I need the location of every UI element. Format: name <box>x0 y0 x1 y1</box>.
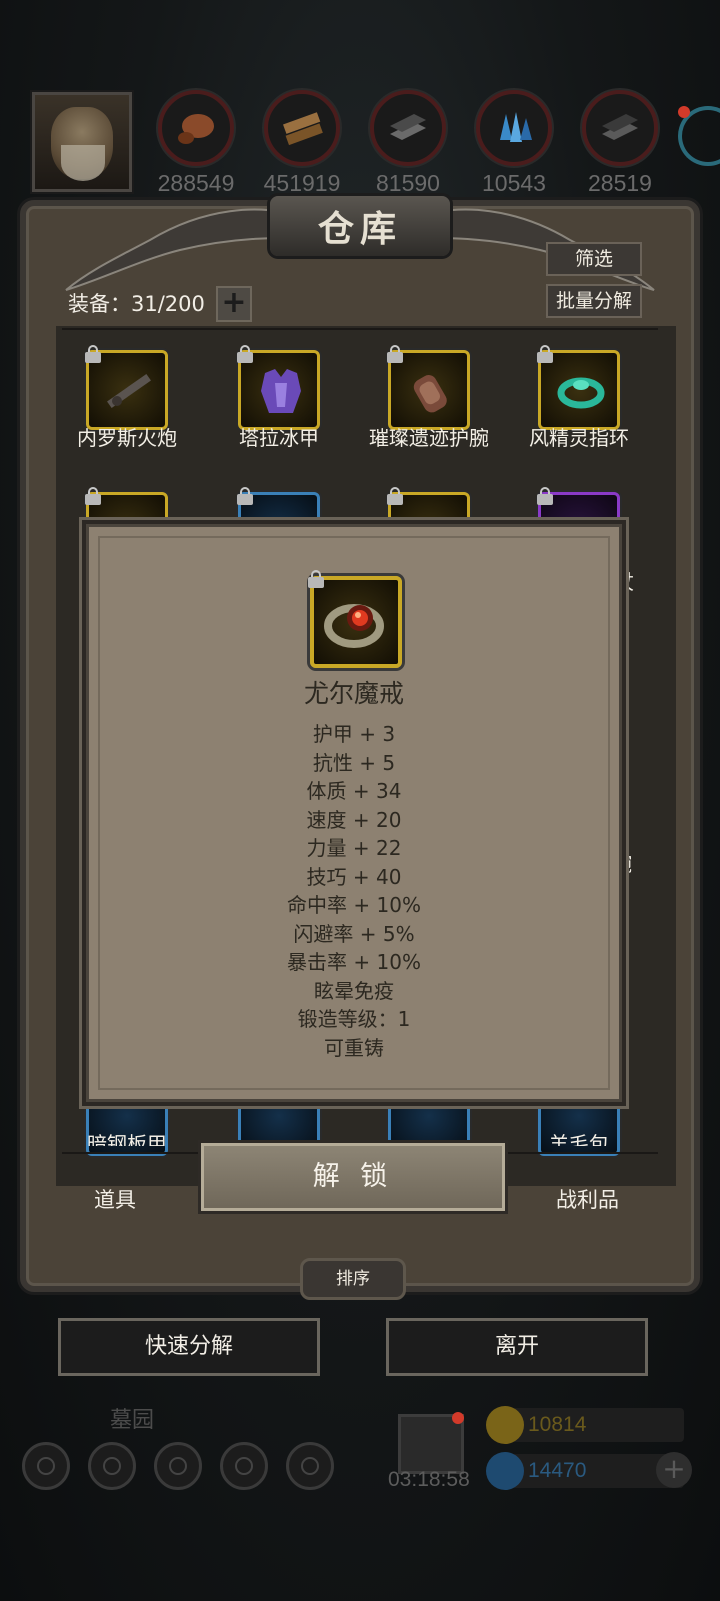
lock-icon <box>537 487 553 505</box>
demon-ring-icon <box>324 604 384 648</box>
lock-icon <box>237 345 253 363</box>
stat-line: 力量 + 22 <box>306 836 402 860</box>
unlock-button[interactable]: 解 锁 <box>198 1140 508 1214</box>
item-name: 暗钢板甲 <box>87 1132 167 1146</box>
notification-dot <box>678 106 690 118</box>
stat-line: 闪避率 + 5% <box>293 921 415 946</box>
shield-icon[interactable] <box>286 1442 334 1490</box>
tab-loot[interactable]: 战利品 <box>556 1184 619 1214</box>
capacity-label: 装备：31/200 <box>68 292 205 316</box>
divider <box>62 328 658 330</box>
detail-item-slot <box>308 570 402 668</box>
settings-icon[interactable] <box>22 1442 70 1490</box>
tab-items[interactable]: 道具 <box>94 1184 136 1214</box>
quick-decompose-button[interactable]: 快速分解 <box>58 1318 320 1376</box>
stat-line: 锻造等级：1 <box>297 1007 411 1031</box>
expand-capacity-button[interactable]: + <box>216 286 252 322</box>
stat-line: 抗性 + 5 <box>312 750 396 775</box>
mail-icon[interactable] <box>220 1442 268 1490</box>
item-slot[interactable] <box>537 345 620 430</box>
cannon-icon <box>107 373 151 409</box>
item-name: 璀璨遗迹护腕 <box>369 426 489 450</box>
gold-amount: 10814 <box>528 1413 587 1436</box>
item-name: 塔拉冰甲 <box>239 426 319 450</box>
gem-icon <box>486 1452 524 1490</box>
wood-icon <box>283 112 323 146</box>
ore-icon <box>602 114 638 140</box>
item-slot[interactable] <box>237 345 320 430</box>
star-icon[interactable] <box>88 1442 136 1490</box>
detail-item-name: 尤尔魔戒 <box>303 679 404 708</box>
lock-icon <box>537 345 553 363</box>
stat-line: 体质 + 34 <box>306 779 402 803</box>
filter-button[interactable]: 筛选 <box>546 242 642 276</box>
resource-meat[interactable]: 288549 <box>156 90 236 196</box>
resource-wood[interactable]: 451919 <box>262 90 342 196</box>
gem-amount: 14470 <box>528 1459 587 1482</box>
item-name: 风精灵指环 <box>529 426 629 450</box>
castle-icon[interactable] <box>154 1442 202 1490</box>
resource-crystal[interactable]: 10543 <box>474 90 554 196</box>
gift-timer: 03:18:58 <box>388 1468 470 1491</box>
stat-line: 暴击率 + 10% <box>287 950 421 974</box>
lock-icon <box>85 345 101 363</box>
stat-list: 护甲 + 3 抗性 + 5 体质 + 34 速度 + 20 力量 + 22 技巧… <box>86 720 622 1062</box>
sort-button[interactable]: 排序 <box>300 1258 406 1300</box>
notification-dot <box>452 1412 464 1424</box>
stat-line: 可重铸 <box>324 1035 384 1060</box>
lock-icon <box>387 345 403 363</box>
bracer-icon <box>413 375 447 413</box>
stat-line: 护甲 + 3 <box>312 722 396 746</box>
iron-icon <box>390 114 426 140</box>
item-slot[interactable] <box>387 345 470 430</box>
batch-decompose-button[interactable]: 批量分解 <box>546 284 642 318</box>
ring-icon <box>557 377 605 409</box>
stat-line: 技巧 + 40 <box>306 864 402 889</box>
lock-icon <box>85 487 101 505</box>
item-detail-popup[interactable]: 尤尔魔戒 护甲 + 3 抗性 + 5 体质 + 34 速度 + 20 力量 + … <box>82 520 626 1106</box>
item-slot[interactable] <box>85 345 168 430</box>
location-label: 墓园 <box>110 1408 155 1433</box>
leave-button[interactable]: 离开 <box>386 1318 648 1376</box>
stat-line: 命中率 + 10% <box>287 893 421 917</box>
item-name: 羊毛包 <box>549 1132 609 1146</box>
page-title: 仓库 <box>317 209 402 250</box>
crystal-icon <box>500 112 532 142</box>
item-name: 内罗斯火炮 <box>77 426 177 450</box>
stat-line: 眩晕免疫 <box>314 978 394 1003</box>
stat-line: 速度 + 20 <box>306 807 402 832</box>
meat-icon <box>178 114 214 144</box>
avatar-beard <box>61 145 105 181</box>
lock-icon <box>387 487 403 505</box>
add-currency-button[interactable]: + <box>656 1452 692 1488</box>
player-avatar[interactable] <box>32 92 132 192</box>
gold-coin-icon <box>486 1406 524 1444</box>
resource-iron[interactable]: 81590 <box>368 90 448 196</box>
armor-icon <box>261 369 301 413</box>
resource-ore[interactable]: 28519 <box>580 90 660 196</box>
lock-icon <box>237 487 253 505</box>
